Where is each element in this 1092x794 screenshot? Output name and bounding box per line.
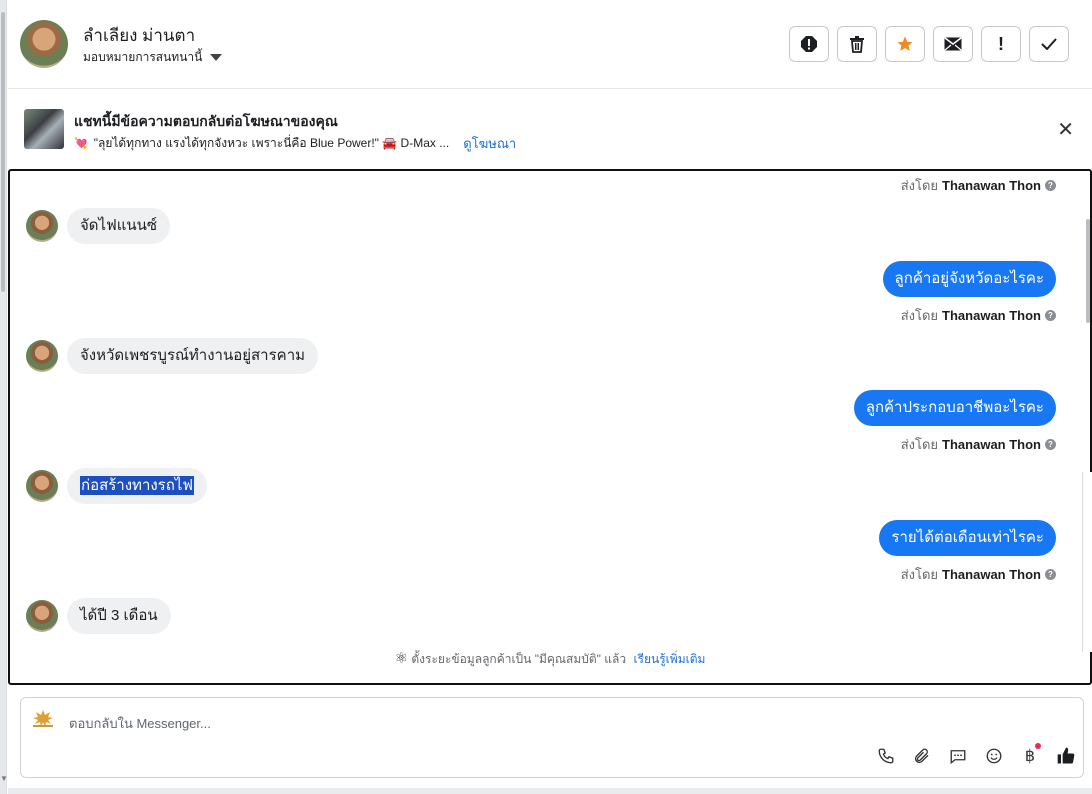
notice-text: ตั้งระยะข้อมูลลูกค้าเป็น "มีคุณสมบัติ" แ… [411, 652, 627, 666]
contact-avatar[interactable] [20, 20, 68, 68]
incoming-message: ได้ปี 3 เดือน [26, 598, 171, 634]
scroll-down-arrow-icon[interactable]: ▼ [0, 774, 8, 783]
incoming-message: จัดไฟแนนซ์ [26, 208, 171, 244]
selected-text[interactable]: ก่อสร้างทางรถไฟ [80, 476, 194, 495]
reply-composer[interactable]: ตอบกลับใน Messenger... ฿ [20, 697, 1084, 778]
sent-by-prefix: ส่งโดย [900, 437, 939, 452]
info-icon[interactable]: ? [1045, 569, 1056, 580]
outgoing-bubble[interactable]: ลูกค้าอยู่จังหวัดอะไรคะ [882, 261, 1056, 297]
ad-reply-banner: แชทนี้มีข้อความตอบกลับต่อโฆษณาของคุณ 💘 "… [8, 89, 1092, 167]
caret-down-icon [210, 54, 223, 61]
outgoing-bubble[interactable]: รายได้ต่อเดือนเท่าไรคะ [879, 520, 1056, 556]
trash-icon [850, 36, 864, 53]
mark-done-button[interactable] [1029, 26, 1069, 62]
follow-up-icon: ! [998, 33, 1004, 54]
sent-by-agent: Thanawan Thon [942, 437, 1041, 452]
incoming-bubble[interactable]: ได้ปี 3 เดือน [67, 598, 171, 634]
lead-stage-notice: ⚛ ตั้งระยะข้อมูลลูกค้าเป็น "มีคุณสมบัติ"… [10, 649, 1090, 669]
bottom-edge [8, 788, 1092, 794]
sent-by-label: ส่งโดย Thanawan Thon ? [901, 434, 1056, 455]
incoming-bubble[interactable]: จังหวัดเพชรบูรณ์ทำงานอยู่สารคาม [67, 338, 318, 374]
sent-by-label: ส่งโดย Thanawan Thon ? [901, 564, 1056, 585]
spam-icon [801, 36, 817, 52]
outgoing-message: ลูกค้าอยู่จังหวัดอะไรคะ [882, 261, 1056, 297]
header-actions: ! [789, 26, 1069, 62]
left-scrollbar[interactable]: ▼ [0, 0, 8, 794]
mail-icon [944, 37, 962, 51]
conversation-header: ลำเลียง ม่านตา มอบหมายการสนทนานี้ ! [8, 0, 1092, 89]
banner-title: แชทนี้มีข้อความตอบกลับต่อโฆษณาของคุณ [74, 113, 338, 129]
mark-unread-button[interactable] [933, 26, 973, 62]
contact-name[interactable]: ลำเลียง ม่านตา [83, 22, 195, 49]
sent-by-prefix: ส่งโดย [900, 178, 939, 193]
incoming-bubble[interactable]: ก่อสร้างทางรถไฟ [67, 468, 207, 504]
outgoing-message: ลูกค้าประกอบอาชีพอะไรคะ [853, 390, 1056, 426]
heart-icon: 💘 [74, 138, 88, 150]
thread-scrollbar-thumb[interactable] [1086, 219, 1090, 323]
outgoing-message: รายได้ต่อเดือนเท่าไรคะ [879, 520, 1056, 556]
follow-up-button[interactable]: ! [981, 26, 1021, 62]
sent-by-prefix: ส่งโดย [900, 567, 939, 582]
saved-reply-icon[interactable] [947, 745, 969, 767]
sent-by-agent: Thanawan Thon [942, 178, 1041, 193]
sent-by-label: ส่งโดย Thanawan Thon ? [901, 305, 1056, 326]
reply-input[interactable]: ตอบกลับใน Messenger... [69, 713, 211, 734]
phone-icon[interactable] [875, 745, 897, 767]
side-panel-edge [1082, 472, 1092, 652]
sender-avatar[interactable] [26, 470, 58, 502]
sender-avatar[interactable] [26, 210, 58, 242]
outgoing-bubble[interactable]: ลูกค้าประกอบอาชีพอะไรคะ [853, 390, 1056, 426]
star-button[interactable] [885, 26, 925, 62]
ad-caption: "ลุยได้ทุกทาง แรงได้ทุกจังหวะ เพราะนี่คื… [93, 136, 450, 150]
banner-subtitle-row: 💘 "ลุยได้ทุกทาง แรงได้ทุกจังหวะ เพราะนี่… [74, 133, 516, 154]
star-icon [897, 36, 913, 51]
sender-avatar[interactable] [26, 600, 58, 632]
attach-icon[interactable] [911, 745, 933, 767]
sender-avatar[interactable] [26, 340, 58, 372]
spam-button[interactable] [789, 26, 829, 62]
incoming-message: ก่อสร้างทางรถไฟ [26, 468, 207, 504]
delete-button[interactable] [837, 26, 877, 62]
ad-thumbnail[interactable] [24, 109, 64, 149]
close-banner-icon[interactable]: ✕ [1057, 117, 1074, 142]
done-check-icon [1041, 38, 1057, 50]
sent-by-agent: Thanawan Thon [942, 567, 1041, 582]
assign-label: มอบหมายการสนทนานี้ [83, 50, 203, 64]
sent-by-label: ส่งโดย Thanawan Thon ? [901, 175, 1056, 196]
info-icon[interactable]: ? [1045, 439, 1056, 450]
view-ad-link[interactable]: ดูโฆษณา [463, 133, 516, 154]
incoming-bubble[interactable]: จัดไฟแนนซ์ [67, 208, 171, 244]
composer-tools: ฿ [875, 743, 1077, 767]
sent-by-agent: Thanawan Thon [942, 308, 1041, 323]
payment-baht-icon[interactable]: ฿ [1019, 743, 1041, 767]
incoming-message: จังหวัดเพชรบูรณ์ทำงานอยู่สารคาม [26, 338, 318, 374]
message-thread[interactable]: ส่งโดย Thanawan Thon ? จัดไฟแนนซ์ ลูกค้า… [8, 169, 1092, 685]
like-icon[interactable] [1055, 745, 1077, 767]
emoji-icon[interactable] [983, 745, 1005, 767]
info-icon[interactable]: ? [1045, 310, 1056, 321]
assign-conversation-dropdown[interactable]: มอบหมายการสนทนานี้ [83, 48, 223, 67]
info-icon[interactable]: ? [1045, 180, 1056, 191]
page-logo-icon [33, 710, 53, 727]
learn-more-link[interactable]: เรียนรู้เพิ่มเติม [633, 652, 705, 666]
atom-icon: ⚛ [394, 650, 409, 667]
sent-by-prefix: ส่งโดย [900, 308, 939, 323]
notification-dot [1035, 743, 1041, 749]
left-scrollbar-thumb[interactable] [1, 12, 5, 292]
